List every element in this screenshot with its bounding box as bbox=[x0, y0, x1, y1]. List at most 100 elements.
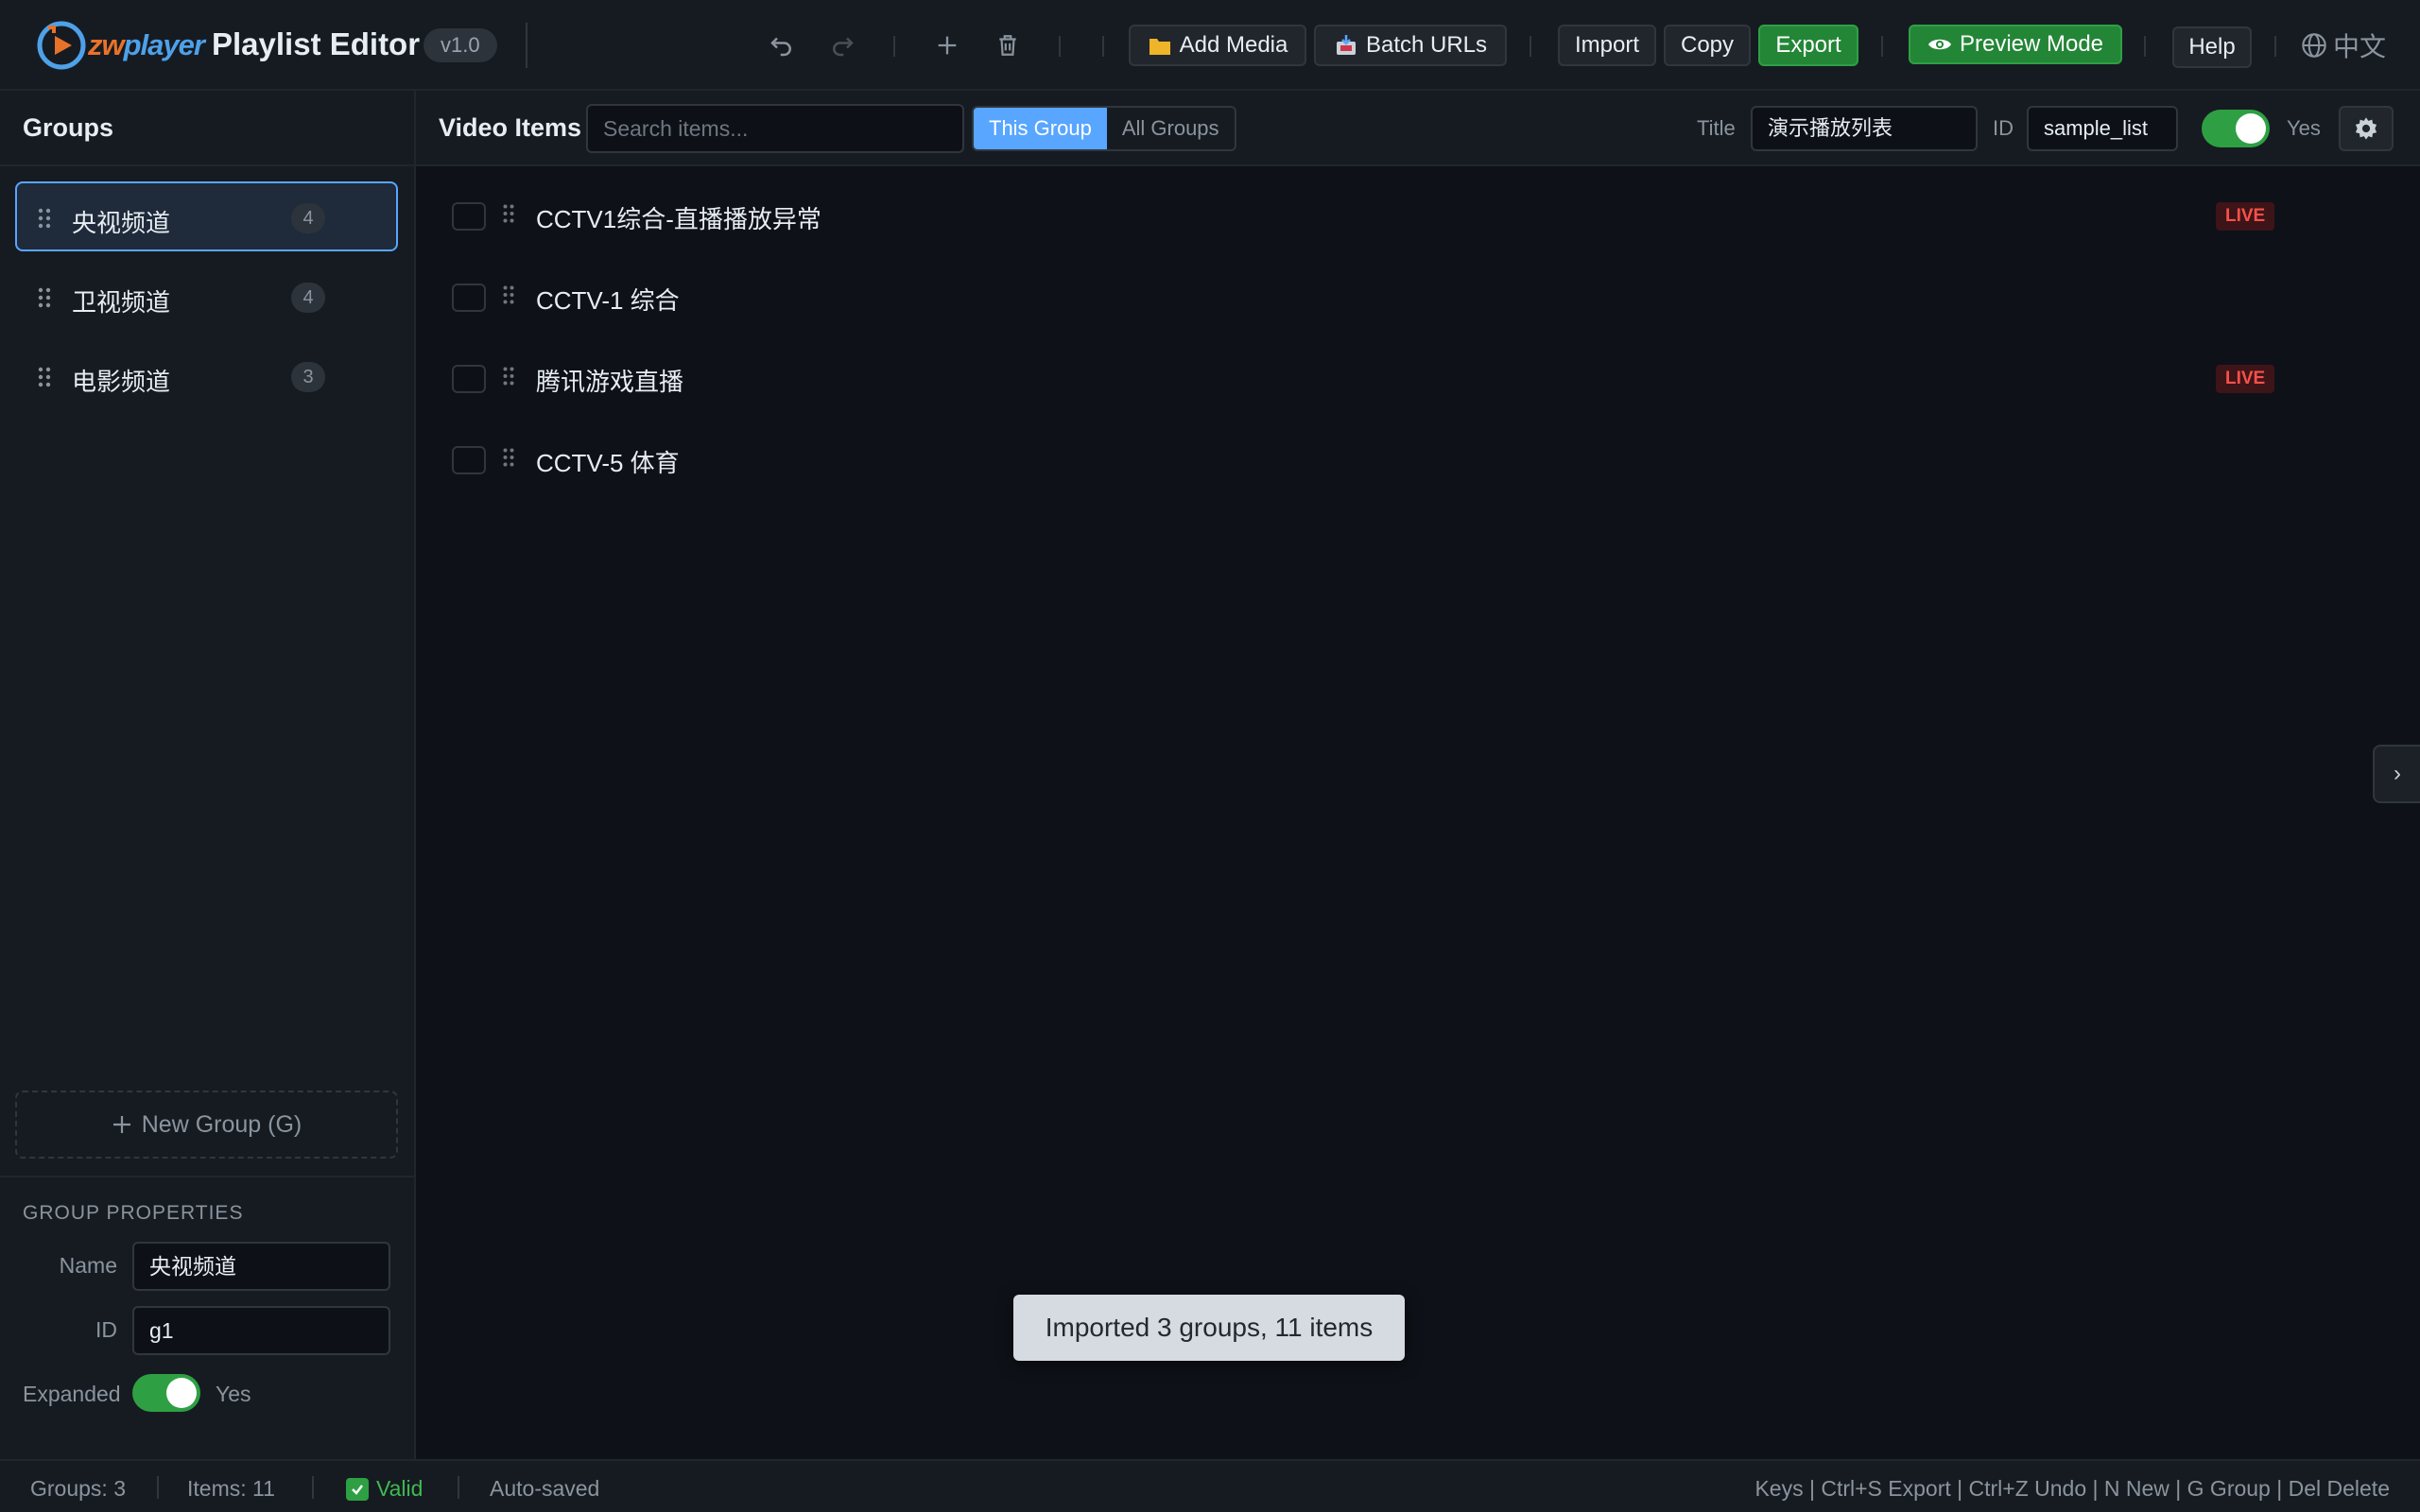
drag-handle-icon[interactable] bbox=[503, 448, 514, 467]
drag-handle-icon[interactable] bbox=[503, 204, 514, 223]
drag-handle-icon[interactable] bbox=[503, 367, 514, 386]
scope-toggle: This Group All Groups bbox=[972, 106, 1236, 151]
new-group-button[interactable]: New Group (G) bbox=[15, 1091, 398, 1159]
import-button[interactable]: Import bbox=[1558, 25, 1656, 66]
scope-all-groups-button[interactable]: All Groups bbox=[1107, 108, 1235, 149]
items-header: Video Items This Group All Groups Title … bbox=[416, 91, 2420, 166]
settings-button[interactable] bbox=[2339, 106, 2394, 151]
group-properties-panel: GROUP PROPERTIES Name 央视频道 ID g1 Expande… bbox=[0, 1176, 414, 1459]
divider bbox=[2274, 36, 2276, 57]
undo-button[interactable] bbox=[759, 23, 804, 68]
divider bbox=[157, 1476, 159, 1499]
item-checkbox[interactable] bbox=[452, 446, 486, 474]
item-checkbox[interactable] bbox=[452, 284, 486, 312]
add-media-button[interactable]: Add Media bbox=[1129, 25, 1306, 66]
item-title: CCTV1综合-直播播放异常 bbox=[536, 205, 821, 233]
group-count-badge: 3 bbox=[291, 362, 325, 392]
playlist-title-field[interactable]: 演示播放列表 bbox=[1751, 106, 1978, 151]
item-checkbox[interactable] bbox=[452, 365, 486, 393]
group-item-movies[interactable]: 电影频道 3 bbox=[15, 340, 398, 410]
expanded-label: Expanded bbox=[23, 1382, 121, 1406]
add-media-label: Add Media bbox=[1179, 32, 1288, 58]
playlist-enabled-toggle[interactable] bbox=[2202, 110, 2270, 147]
group-item-satellite[interactable]: 卫视频道 4 bbox=[15, 261, 398, 331]
version-badge: v1.0 bbox=[424, 28, 497, 62]
name-label: Name bbox=[59, 1253, 117, 1278]
live-badge: LIVE bbox=[2216, 365, 2275, 393]
autosave-status: Auto-saved bbox=[490, 1476, 600, 1501]
drag-handle-icon[interactable] bbox=[503, 285, 514, 304]
group-count-badge: 4 bbox=[291, 203, 325, 233]
add-item-button[interactable] bbox=[925, 23, 970, 68]
top-toolbar: zwplayer Playlist Editor v1.0 Add Media … bbox=[0, 0, 2420, 91]
scope-this-group-button[interactable]: This Group bbox=[974, 108, 1107, 149]
copy-button[interactable]: Copy bbox=[1664, 25, 1751, 66]
keyboard-shortcuts-hint: Keys | Ctrl+S Export | Ctrl+Z Undo | N N… bbox=[1754, 1476, 2390, 1501]
chevron-right-icon: › bbox=[2394, 761, 2401, 786]
play-logo-icon bbox=[37, 21, 86, 70]
groups-sidebar: Groups 央视频道 4 卫视频道 4 电影频道 3 New Group (G… bbox=[0, 91, 416, 1459]
drag-handle-icon[interactable] bbox=[38, 287, 51, 308]
valid-label: Valid bbox=[376, 1476, 424, 1501]
sidebar-title: Groups bbox=[23, 113, 114, 142]
group-id-field[interactable]: g1 bbox=[132, 1306, 390, 1355]
drag-handle-icon[interactable] bbox=[38, 208, 51, 229]
language-switcher[interactable]: 中文 bbox=[2301, 28, 2386, 62]
redo-icon bbox=[833, 37, 854, 57]
item-checkbox[interactable] bbox=[452, 202, 486, 231]
delete-button[interactable] bbox=[985, 23, 1030, 68]
export-button[interactable]: Export bbox=[1758, 25, 1858, 66]
group-label: 央视频道 bbox=[72, 209, 171, 237]
status-groups-count: Groups: 3 bbox=[30, 1476, 126, 1501]
toast-message: Imported 3 groups, 11 items bbox=[1045, 1313, 1374, 1342]
id-label: ID bbox=[95, 1317, 117, 1342]
playlist-title-label: Title bbox=[1697, 116, 1736, 140]
divider bbox=[1881, 36, 1883, 57]
divider bbox=[526, 23, 527, 68]
group-count-badge: 4 bbox=[291, 283, 325, 313]
expanded-value: Yes bbox=[216, 1382, 251, 1406]
list-item[interactable]: CCTV-1 综合 bbox=[416, 259, 2420, 340]
group-item-cctv[interactable]: 央视频道 4 bbox=[15, 181, 398, 251]
redo-button[interactable] bbox=[820, 23, 865, 68]
gear-icon bbox=[2355, 117, 2377, 140]
live-badge: LIVE bbox=[2216, 202, 2275, 231]
divider bbox=[1530, 36, 1531, 57]
plus-icon bbox=[938, 36, 957, 55]
sidebar-header: Groups bbox=[0, 91, 414, 166]
list-item[interactable]: 腾讯游戏直播 LIVE bbox=[416, 340, 2420, 421]
group-label: 卫视频道 bbox=[72, 288, 171, 317]
toast-notification: Imported 3 groups, 11 items bbox=[1013, 1295, 1405, 1361]
items-title: Video Items bbox=[439, 113, 582, 142]
folder-icon bbox=[1148, 33, 1172, 58]
list-item[interactable]: CCTV1综合-直播播放异常 LIVE bbox=[416, 178, 2420, 259]
trash-icon bbox=[999, 35, 1016, 56]
right-panel-toggle[interactable]: › bbox=[2373, 745, 2420, 803]
preview-mode-button[interactable]: Preview Mode bbox=[1909, 25, 2122, 64]
divider bbox=[2144, 36, 2146, 57]
logo-suffix: player bbox=[123, 28, 205, 61]
group-label: 电影频道 bbox=[72, 368, 171, 396]
new-group-label: New Group (G) bbox=[141, 1110, 302, 1138]
divider bbox=[1102, 36, 1104, 57]
playlist-id-label: ID bbox=[1993, 116, 2014, 140]
divider bbox=[458, 1476, 459, 1499]
batch-urls-label: Batch URLs bbox=[1365, 32, 1488, 58]
item-title: CCTV-1 综合 bbox=[536, 286, 680, 315]
playlist-id-field[interactable]: sample_list bbox=[2027, 106, 2178, 151]
check-icon bbox=[346, 1477, 369, 1501]
video-items-panel: Video Items This Group All Groups Title … bbox=[416, 91, 2420, 1459]
expanded-toggle[interactable] bbox=[132, 1374, 200, 1412]
list-item[interactable]: CCTV-5 体育 bbox=[416, 421, 2420, 503]
preview-mode-label: Preview Mode bbox=[1959, 31, 2104, 57]
globe-icon bbox=[2302, 33, 2326, 58]
help-button[interactable]: Help bbox=[2172, 26, 2252, 68]
search-input[interactable] bbox=[586, 104, 964, 153]
group-name-field[interactable]: 央视频道 bbox=[132, 1242, 390, 1291]
item-title: CCTV-5 体育 bbox=[536, 449, 680, 477]
batch-urls-button[interactable]: Batch URLs bbox=[1314, 25, 1507, 66]
eye-icon bbox=[1927, 32, 1952, 57]
divider bbox=[893, 36, 895, 57]
status-items-count: Items: 11 bbox=[187, 1476, 275, 1501]
drag-handle-icon[interactable] bbox=[38, 367, 51, 387]
